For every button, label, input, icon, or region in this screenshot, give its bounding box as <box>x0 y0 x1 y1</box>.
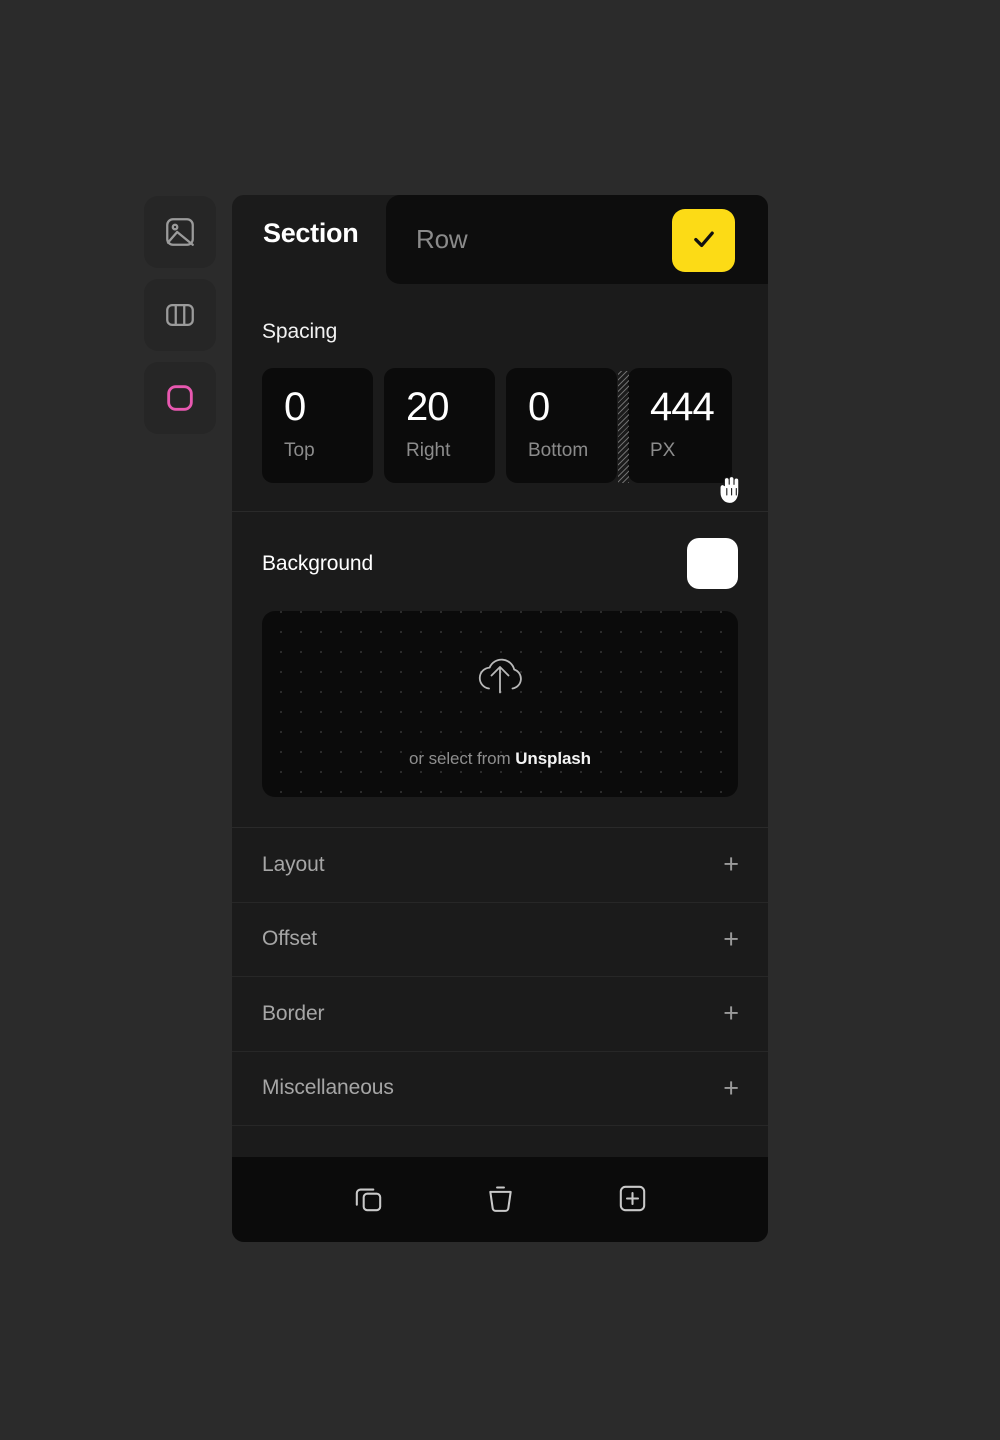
dropzone-text-prefix: or select from <box>409 748 516 768</box>
trash-icon <box>484 1182 517 1218</box>
add-button[interactable] <box>609 1177 655 1223</box>
accordion-row-layout[interactable]: Layout + <box>232 828 768 903</box>
accordion-row-border[interactable]: Border + <box>232 977 768 1052</box>
cloud-upload-icon <box>470 648 530 709</box>
accordion-label-offset: Offset <box>262 927 318 951</box>
spacing-label-right: Right <box>406 440 451 461</box>
spacing-value-px: 444 <box>650 385 715 429</box>
resize-drag-handle[interactable] <box>618 371 629 483</box>
duplicate-button[interactable] <box>345 1177 391 1223</box>
confirm-button[interactable] <box>672 209 735 272</box>
columns-icon <box>163 298 197 332</box>
duplicate-icon <box>352 1182 385 1218</box>
add-square-icon <box>616 1182 649 1218</box>
spacing-value-right: 20 <box>406 385 450 429</box>
spacing-label-px: PX <box>650 440 676 461</box>
sidebar-item-columns-tool[interactable] <box>144 279 216 351</box>
image-icon <box>163 215 197 249</box>
sidebar-item-image-tool[interactable] <box>144 196 216 268</box>
spacing-label-bottom: Bottom <box>528 440 589 461</box>
check-icon <box>690 225 718 256</box>
image-dropzone[interactable]: or select from Unsplash <box>262 611 738 797</box>
spacing-input-px[interactable]: 444 PX <box>618 368 732 483</box>
tool-rail <box>144 196 216 434</box>
background-color-swatch[interactable] <box>687 538 738 589</box>
accordion-row-miscellaneous[interactable]: Miscellaneous + <box>232 1052 768 1126</box>
property-accordion: Layout + Offset + Border + Miscellaneous… <box>232 828 768 1157</box>
page-title: Section <box>263 218 359 248</box>
accordion-label-layout: Layout <box>262 852 325 876</box>
row-name-field[interactable]: Row <box>386 195 768 284</box>
dropzone-caption: or select from Unsplash <box>409 749 591 769</box>
spacing-heading: Spacing <box>262 320 338 343</box>
spacing-input-top[interactable]: 0 Top <box>262 368 373 483</box>
panel-toolbar <box>232 1157 768 1242</box>
spacing-section: Spacing 0 Top 20 Right 0 Bottom 444 PX <box>232 286 768 512</box>
inspector-panel: Section Row Spacing 0 Top 20 Right 0 Bot… <box>232 195 768 1242</box>
rounded-square-icon <box>163 381 197 415</box>
plus-icon[interactable]: + <box>723 851 739 878</box>
unsplash-link[interactable]: Unsplash <box>515 749 591 768</box>
spacing-value-top: 0 <box>284 385 306 429</box>
plus-icon[interactable]: + <box>723 925 739 953</box>
row-name-value: Row <box>416 224 468 254</box>
background-heading: Background <box>262 551 374 575</box>
spacing-input-right[interactable]: 20 Right <box>384 368 495 483</box>
plus-icon[interactable]: + <box>723 1074 739 1102</box>
accordion-row-offset[interactable]: Offset + <box>232 903 768 977</box>
spacing-field-group: 0 Top 20 Right 0 Bottom 444 PX <box>262 368 738 483</box>
spacing-input-bottom[interactable]: 0 Bottom <box>506 368 617 483</box>
accordion-label-miscellaneous: Miscellaneous <box>262 1076 394 1100</box>
spacing-label-top: Top <box>284 440 315 461</box>
plus-icon[interactable]: + <box>723 1000 739 1027</box>
spacing-value-bottom: 0 <box>528 385 550 429</box>
delete-button[interactable] <box>477 1177 523 1223</box>
background-section: Background or select from Unsplash <box>232 512 768 828</box>
accordion-label-border: Border <box>262 1001 325 1025</box>
panel-header: Section Row <box>232 195 768 286</box>
background-header: Background <box>262 538 738 589</box>
sidebar-item-section-tool[interactable] <box>144 362 216 434</box>
